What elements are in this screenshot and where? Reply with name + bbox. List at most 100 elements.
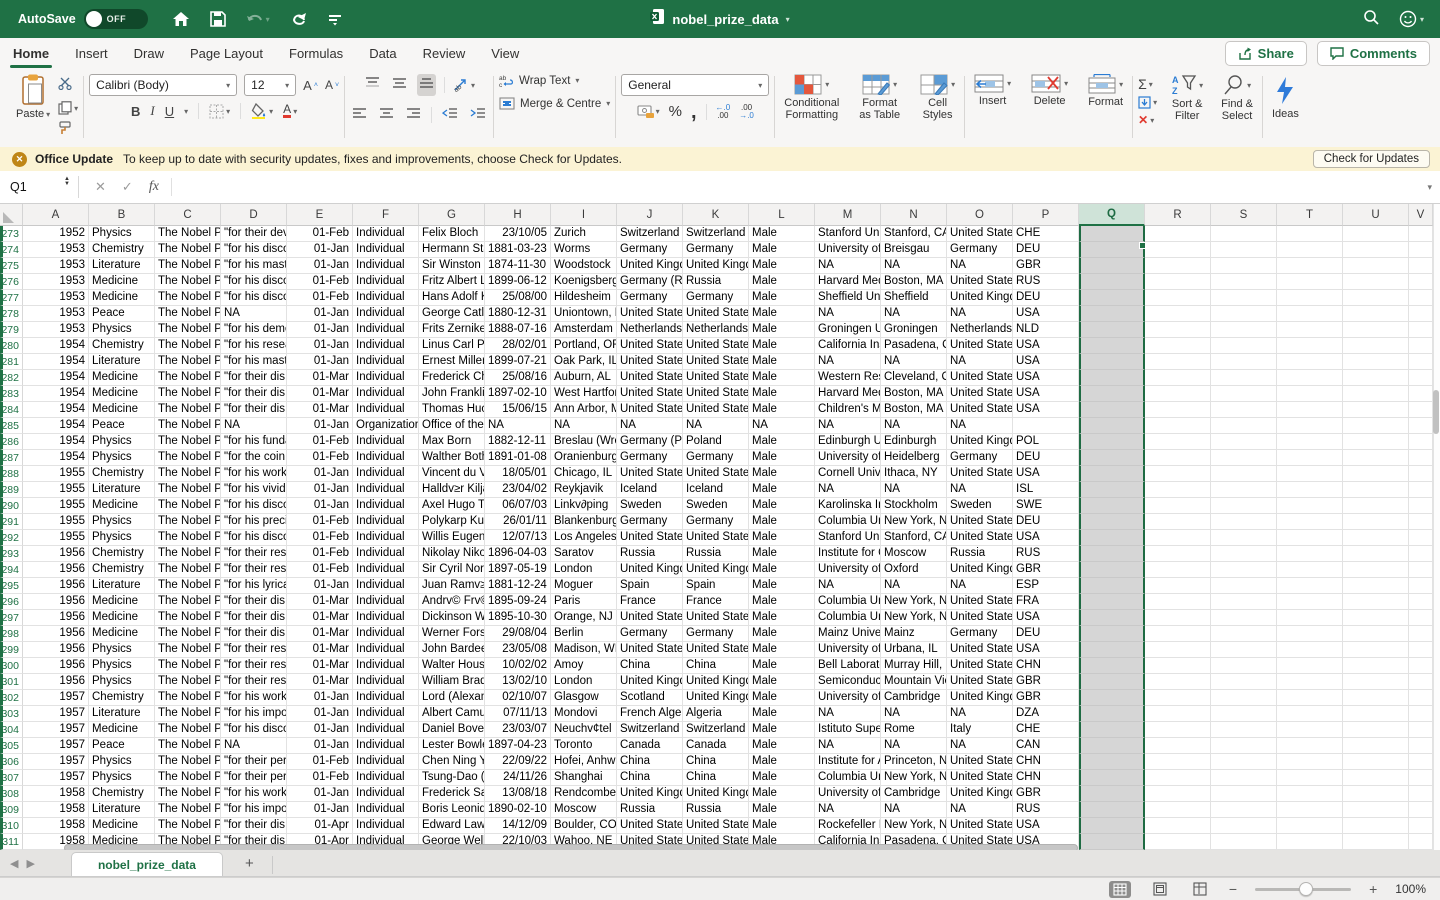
- cell-L299[interactable]: Male: [749, 642, 815, 658]
- cell-R283[interactable]: [1145, 386, 1211, 402]
- cell-F283[interactable]: Individual: [353, 386, 419, 402]
- cell-I292[interactable]: Los Angeles,: [551, 530, 617, 546]
- cell-R305[interactable]: [1145, 738, 1211, 754]
- cell-A299[interactable]: 1956: [23, 642, 89, 658]
- cell-S307[interactable]: [1211, 770, 1277, 786]
- cell-K284[interactable]: United States: [683, 402, 749, 418]
- cell-O306[interactable]: United States: [947, 754, 1013, 770]
- cell-J294[interactable]: United Kingd: [617, 562, 683, 578]
- normal-view-button[interactable]: [1109, 881, 1131, 898]
- cell-A309[interactable]: 1958: [23, 802, 89, 818]
- cell-V295[interactable]: [1409, 578, 1433, 594]
- cell-N297[interactable]: New York, NY: [881, 610, 947, 626]
- cell-M274[interactable]: University of: [815, 242, 881, 258]
- cell-D295[interactable]: "for his lyrica: [221, 578, 287, 594]
- cell-P306[interactable]: CHN: [1013, 754, 1079, 770]
- cell-R298[interactable]: [1145, 626, 1211, 642]
- cell-L301[interactable]: Male: [749, 674, 815, 690]
- cell-J297[interactable]: United States: [617, 610, 683, 626]
- cell-E277[interactable]: 01-Feb: [287, 290, 353, 306]
- cell-J293[interactable]: Russia: [617, 546, 683, 562]
- cell-D308[interactable]: "for his work: [221, 786, 287, 802]
- cell-V286[interactable]: [1409, 434, 1433, 450]
- cell-T299[interactable]: [1277, 642, 1343, 658]
- cell-F300[interactable]: Individual: [353, 658, 419, 674]
- cell-S273[interactable]: [1211, 226, 1277, 242]
- cell-E301[interactable]: 01-Mar: [287, 674, 353, 690]
- cell-T290[interactable]: [1277, 498, 1343, 514]
- cell-S303[interactable]: [1211, 706, 1277, 722]
- cell-Q288[interactable]: [1079, 466, 1145, 482]
- cell-R293[interactable]: [1145, 546, 1211, 562]
- cell-G273[interactable]: Felix Bloch: [419, 226, 485, 242]
- cell-F287[interactable]: Individual: [353, 450, 419, 466]
- cell-N300[interactable]: Murray Hill, N: [881, 658, 947, 674]
- cell-H276[interactable]: 1899-06-12: [485, 274, 551, 290]
- tab-home[interactable]: Home: [0, 38, 62, 68]
- cell-G285[interactable]: Office of the: [419, 418, 485, 434]
- cell-C296[interactable]: The Nobel Pr: [155, 594, 221, 610]
- cell-N309[interactable]: NA: [881, 802, 947, 818]
- cell-C295[interactable]: The Nobel Pr: [155, 578, 221, 594]
- cell-M294[interactable]: University of: [815, 562, 881, 578]
- cell-R286[interactable]: [1145, 434, 1211, 450]
- format-as-table-button[interactable]: ▾ Formatas Table: [855, 74, 904, 121]
- cell-M295[interactable]: NA: [815, 578, 881, 594]
- row-header-304[interactable]: 304: [0, 722, 23, 738]
- cell-P302[interactable]: GBR: [1013, 690, 1079, 706]
- orientation-button[interactable]: ab ▾: [453, 78, 475, 92]
- cell-I301[interactable]: London: [551, 674, 617, 690]
- cell-C303[interactable]: The Nobel Pr: [155, 706, 221, 722]
- cell-U303[interactable]: [1343, 706, 1409, 722]
- cell-T297[interactable]: [1277, 610, 1343, 626]
- cell-U301[interactable]: [1343, 674, 1409, 690]
- cell-Q295[interactable]: [1079, 578, 1145, 594]
- cell-S294[interactable]: [1211, 562, 1277, 578]
- cell-R309[interactable]: [1145, 802, 1211, 818]
- cell-I275[interactable]: Woodstock: [551, 258, 617, 274]
- cell-U295[interactable]: [1343, 578, 1409, 594]
- cell-S286[interactable]: [1211, 434, 1277, 450]
- cell-B279[interactable]: Physics: [89, 322, 155, 338]
- cell-U284[interactable]: [1343, 402, 1409, 418]
- find-select-button[interactable]: ▾ Find &Select: [1217, 74, 1257, 122]
- cell-D274[interactable]: "for his disco: [221, 242, 287, 258]
- cell-M273[interactable]: Stanford Uni: [815, 226, 881, 242]
- cell-Q299[interactable]: [1079, 642, 1145, 658]
- cell-E298[interactable]: 01-Mar: [287, 626, 353, 642]
- cell-A291[interactable]: 1955: [23, 514, 89, 530]
- cell-D309[interactable]: "for his impo: [221, 802, 287, 818]
- row-header-275[interactable]: 275: [0, 258, 23, 274]
- cell-K298[interactable]: Germany: [683, 626, 749, 642]
- cell-H282[interactable]: 25/08/16: [485, 370, 551, 386]
- cell-O274[interactable]: Germany: [947, 242, 1013, 258]
- cell-L293[interactable]: Male: [749, 546, 815, 562]
- cell-E297[interactable]: 01-Mar: [287, 610, 353, 626]
- cell-T275[interactable]: [1277, 258, 1343, 274]
- cell-L286[interactable]: Male: [749, 434, 815, 450]
- cell-B289[interactable]: Literature: [89, 482, 155, 498]
- cell-T311[interactable]: [1277, 834, 1343, 850]
- cell-A281[interactable]: 1954: [23, 354, 89, 370]
- cell-R288[interactable]: [1145, 466, 1211, 482]
- cell-S292[interactable]: [1211, 530, 1277, 546]
- cell-S305[interactable]: [1211, 738, 1277, 754]
- cell-O280[interactable]: United States: [947, 338, 1013, 354]
- cell-L277[interactable]: Male: [749, 290, 815, 306]
- cell-V282[interactable]: [1409, 370, 1433, 386]
- cell-N284[interactable]: Boston, MA: [881, 402, 947, 418]
- cell-C276[interactable]: The Nobel Pr: [155, 274, 221, 290]
- cell-M306[interactable]: Institute for A: [815, 754, 881, 770]
- cell-Q310[interactable]: [1079, 818, 1145, 834]
- cell-O276[interactable]: United States: [947, 274, 1013, 290]
- cell-O286[interactable]: United Kingd: [947, 434, 1013, 450]
- cell-Q280[interactable]: [1079, 338, 1145, 354]
- cell-M308[interactable]: University of: [815, 786, 881, 802]
- cell-C283[interactable]: The Nobel Pr: [155, 386, 221, 402]
- cell-R278[interactable]: [1145, 306, 1211, 322]
- cell-A295[interactable]: 1956: [23, 578, 89, 594]
- cell-P310[interactable]: USA: [1013, 818, 1079, 834]
- row-header-287[interactable]: 287: [0, 450, 23, 466]
- cell-N310[interactable]: New York, NY: [881, 818, 947, 834]
- search-icon[interactable]: [1363, 9, 1379, 30]
